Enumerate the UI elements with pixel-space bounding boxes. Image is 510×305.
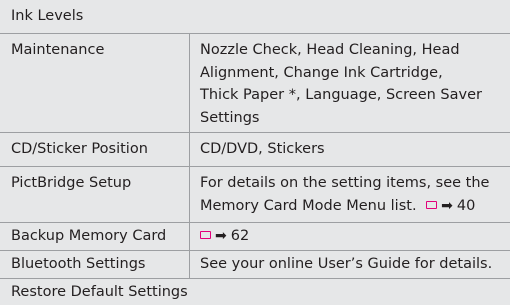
setting-value-line: Thick Paper *, Language, Screen Saver: [200, 87, 482, 103]
page-reference: ➡ 40: [421, 195, 475, 218]
setting-name: Bluetooth Settings: [11, 256, 146, 272]
setting-value-line: Alignment, Change Ink Cartridge,: [200, 64, 443, 81]
setting-value-line-with-ref: Memory Card Mode Menu list. ➡ 40: [200, 195, 475, 218]
book-icon: [200, 231, 211, 239]
table-row: CD/Sticker Position CD/DVD, Stickers: [0, 133, 510, 166]
setting-name: Backup Memory Card: [11, 228, 167, 244]
page-reference: ➡ 62: [200, 225, 249, 248]
table-row: Backup Memory Card ➡ 62: [0, 223, 510, 250]
book-icon: [426, 200, 438, 209]
table-row: Restore Default Settings: [0, 279, 510, 305]
setting-name: CD/Sticker Position: [11, 141, 148, 157]
setting-value-line: For details on the setting items, see th…: [200, 175, 490, 191]
setting-value-line: Settings: [200, 109, 260, 126]
setting-value-line: Nozzle Check, Head Cleaning, Head: [200, 42, 460, 58]
arrow-right-icon: ➡: [215, 228, 227, 244]
page-number: 62: [230, 228, 250, 244]
setting-name: PictBridge Setup: [11, 175, 132, 191]
page-number: 40: [456, 197, 476, 214]
setting-name: Ink Levels: [11, 8, 84, 24]
setting-value-text: Memory Card Mode Menu list.: [200, 197, 417, 214]
setting-value: CD/DVD, Stickers: [200, 141, 325, 157]
table-row: PictBridge Setup For details on the sett…: [0, 167, 510, 222]
table-row: Ink Levels: [0, 0, 510, 33]
table-row: Maintenance Nozzle Check, Head Cleaning,…: [0, 34, 510, 132]
setting-value: See your online User’s Guide for details…: [200, 256, 493, 272]
setting-name: Restore Default Settings: [11, 284, 188, 300]
setting-name: Maintenance: [11, 42, 105, 58]
table-row: Bluetooth Settings See your online User’…: [0, 251, 510, 278]
arrow-right-icon: ➡: [441, 197, 453, 214]
column-divider: [189, 34, 190, 278]
